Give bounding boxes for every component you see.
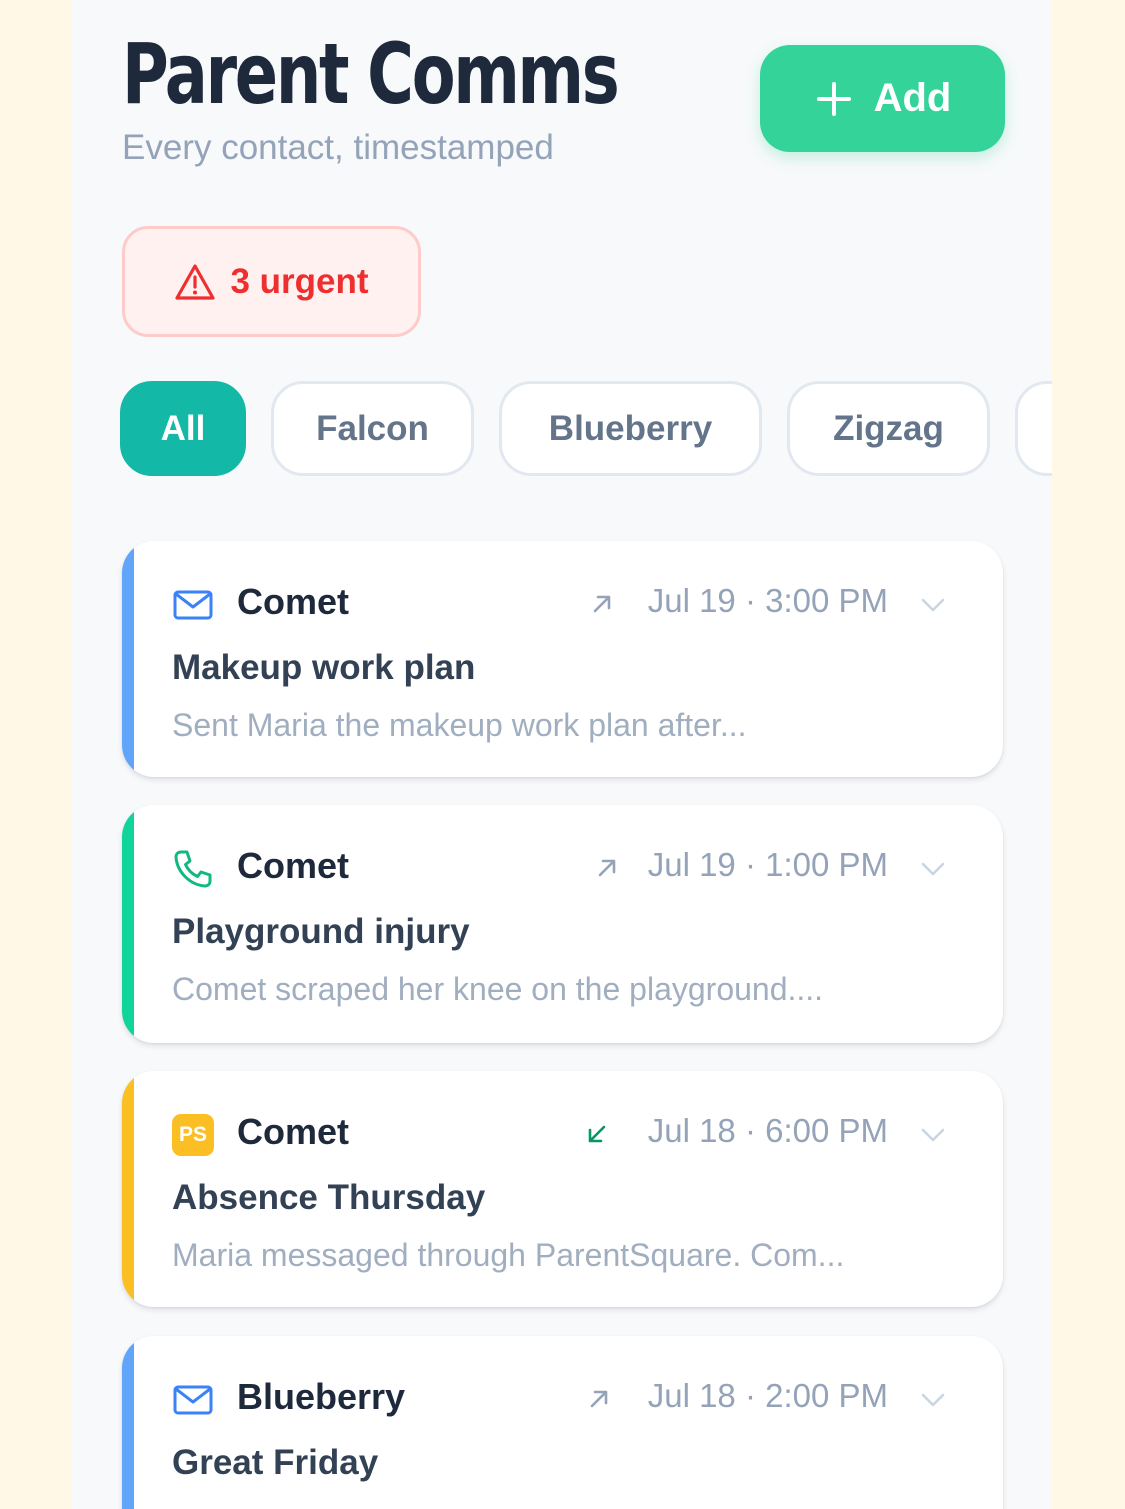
add-button-label: Add [873,76,952,120]
add-button[interactable]: Add [760,45,1005,152]
preview-text: Comet scraped her knee on the playground… [172,971,824,1007]
parentsquare-icon: PS [172,1114,214,1156]
comm-card[interactable]: Comet Jul 19 · 1:00 PM Playground injury… [122,805,1003,1043]
timestamp: Jul 19 · 3:00 PM [647,582,888,619]
timestamp: Jul 19 · 1:00 PM [647,846,888,883]
preview-text: Maria messaged through ParentSquare. Com… [172,1237,845,1273]
chevron-down-icon[interactable] [919,855,947,883]
subject: Makeup work plan [172,648,476,687]
timestamp: Jul 18 · 2:00 PM [647,1377,888,1414]
arrow-up-right-icon [593,595,611,613]
subject: Great Friday [172,1443,379,1482]
comm-card[interactable]: Blueberry Jul 18 · 2:00 PM Great Friday [122,1336,1003,1509]
alert-triangle-icon [175,263,216,300]
mail-icon [173,1385,213,1415]
filter-chip-blueberry[interactable]: Blueberry [499,381,762,476]
student-name: Comet [237,845,350,886]
page-subtitle: Every contact, timestamped [122,128,554,167]
student-name: Blueberry [237,1376,406,1417]
timestamp: Jul 18 · 6:00 PM [647,1112,888,1149]
channel-color-bar [122,1336,134,1509]
comm-card[interactable]: Comet Jul 19 · 3:00 PM Makeup work plan … [122,541,1003,777]
student-filter-bar: All Falcon Blueberry Zigzag [120,381,1052,478]
phone-icon [174,850,212,888]
student-name: Comet [237,1111,350,1152]
chevron-down-icon[interactable] [919,1386,947,1414]
arrow-up-right-icon [590,1390,608,1408]
channel-color-bar [122,805,134,1043]
preview-text: Sent Maria the makeup work plan after... [172,707,747,743]
urgent-badge-label: 3 urgent [230,261,369,301]
channel-color-bar [122,541,134,777]
filter-chip-overflow[interactable] [1015,381,1052,476]
filter-chip-all[interactable]: All [120,381,246,476]
mail-icon [173,590,213,620]
arrow-up-right-icon [598,859,616,877]
urgent-badge[interactable]: 3 urgent [122,226,421,337]
filter-chip-zigzag[interactable]: Zigzag [787,381,990,476]
chevron-down-icon[interactable] [919,591,947,619]
student-name: Comet [237,581,350,622]
comm-card[interactable]: PS Comet Jul 18 · 6:00 PM Absence Thursd… [122,1071,1003,1307]
page-title: Parent Comms [122,25,620,123]
channel-color-bar [122,1071,134,1307]
arrow-down-left-icon [588,1125,606,1143]
chevron-down-icon[interactable] [919,1121,947,1149]
app-panel: Parent Comms Every contact, timestamped … [72,0,1052,1509]
filter-chip-falcon[interactable]: Falcon [271,381,474,476]
subject: Playground injury [172,912,470,951]
subject: Absence Thursday [172,1178,486,1217]
plus-icon [816,81,851,116]
